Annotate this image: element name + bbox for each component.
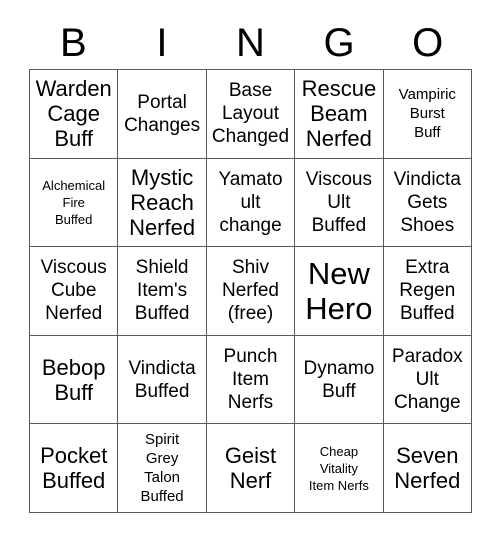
bingo-cell-label: Spirit Grey Talon Buffed bbox=[140, 431, 184, 506]
bingo-cell-b3[interactable]: Viscous Cube Nerfed bbox=[30, 247, 119, 336]
bingo-cell-label: Vindicta Buffed bbox=[128, 357, 196, 402]
bingo-cell-label: Base Layout Changed bbox=[211, 80, 290, 148]
bingo-cell-i4[interactable]: Vindicta Buffed bbox=[118, 335, 207, 425]
bingo-header-row: B I N G O bbox=[29, 18, 472, 68]
bingo-cell-b1[interactable]: Warden Cage Buff bbox=[30, 70, 119, 159]
bingo-cell-label: Viscous Ult Buffed bbox=[305, 168, 372, 236]
bingo-cell-n1[interactable]: Base Layout Changed bbox=[206, 70, 296, 159]
bingo-card: B I N G O Warden Cage Buff Portal Change… bbox=[0, 0, 500, 544]
bingo-cell-i5[interactable]: Spirit Grey Talon Buffed bbox=[118, 424, 207, 513]
bingo-cell-label: Geist Nerf bbox=[224, 443, 277, 494]
bingo-cell-label: Viscous Cube Nerfed bbox=[40, 257, 107, 325]
bingo-cell-i1[interactable]: Portal Changes bbox=[118, 70, 207, 159]
bingo-cell-g1[interactable]: Rescue Beam Nerfed bbox=[295, 70, 384, 159]
bingo-cell-o4[interactable]: Paradox Ult Change bbox=[383, 335, 472, 425]
bingo-cell-b5[interactable]: Pocket Buffed bbox=[30, 424, 119, 513]
bingo-cell-label: Bebop Buff bbox=[41, 354, 106, 405]
bingo-cell-i3[interactable]: Shield Item's Buffed bbox=[118, 247, 207, 336]
bingo-cell-g4[interactable]: Dynamo Buff bbox=[295, 335, 384, 425]
bingo-cell-label: Cheap Vitality Item Nerfs bbox=[308, 443, 369, 493]
bingo-cell-free-space[interactable]: New Hero bbox=[295, 247, 384, 336]
bingo-cell-g5[interactable]: Cheap Vitality Item Nerfs bbox=[295, 424, 384, 513]
bingo-cell-o3[interactable]: Extra Regen Buffed bbox=[383, 247, 472, 336]
bingo-grid: Warden Cage Buff Portal Changes Base Lay… bbox=[29, 69, 472, 513]
bingo-cell-b4[interactable]: Bebop Buff bbox=[30, 335, 119, 425]
bingo-cell-label: Vampiric Burst Buff bbox=[398, 86, 456, 142]
bingo-cell-label: Mystic Reach Nerfed bbox=[129, 164, 196, 240]
bingo-cell-label: Extra Regen Buffed bbox=[399, 257, 456, 325]
bingo-cell-n3[interactable]: Shiv Nerfed (free) bbox=[206, 247, 296, 336]
bingo-cell-label: Portal Changes bbox=[124, 91, 201, 136]
bingo-cell-label: Alchemical Fire Buffed bbox=[42, 177, 106, 227]
bingo-header-letter-g: G bbox=[323, 21, 355, 65]
bingo-cell-label: Paradox Ult Change bbox=[391, 346, 463, 414]
bingo-header-letter-i: I bbox=[156, 21, 168, 65]
bingo-cell-label: Vindicta Gets Shoes bbox=[393, 168, 461, 236]
bingo-cell-label: Rescue Beam Nerfed bbox=[301, 76, 377, 152]
bingo-cell-label: Yamato ult change bbox=[218, 168, 283, 236]
bingo-cell-o2[interactable]: Vindicta Gets Shoes bbox=[383, 158, 472, 248]
bingo-cell-b2[interactable]: Alchemical Fire Buffed bbox=[30, 158, 119, 248]
bingo-cell-g2[interactable]: Viscous Ult Buffed bbox=[295, 158, 384, 248]
bingo-cell-label: Warden Cage Buff bbox=[35, 76, 112, 152]
bingo-cell-label: Pocket Buffed bbox=[40, 443, 108, 494]
bingo-header-letter-b: B bbox=[59, 21, 87, 65]
bingo-cell-i2[interactable]: Mystic Reach Nerfed bbox=[118, 158, 207, 248]
bingo-cell-label: Seven Nerfed bbox=[394, 443, 461, 494]
bingo-cell-label: New Hero bbox=[305, 255, 373, 326]
bingo-cell-n4[interactable]: Punch Item Nerfs bbox=[206, 335, 296, 425]
bingo-cell-o1[interactable]: Vampiric Burst Buff bbox=[383, 70, 472, 159]
bingo-cell-label: Shiv Nerfed (free) bbox=[221, 257, 279, 325]
bingo-cell-label: Punch Item Nerfs bbox=[223, 346, 278, 414]
bingo-header-letter-o: O bbox=[412, 21, 444, 65]
bingo-cell-n2[interactable]: Yamato ult change bbox=[206, 158, 296, 248]
bingo-cell-n5[interactable]: Geist Nerf bbox=[206, 424, 296, 513]
bingo-cell-label: Dynamo Buff bbox=[303, 357, 375, 402]
bingo-cell-label: Shield Item's Buffed bbox=[134, 257, 190, 325]
bingo-cell-o5[interactable]: Seven Nerfed bbox=[383, 424, 472, 513]
bingo-header-letter-n: N bbox=[236, 21, 265, 65]
